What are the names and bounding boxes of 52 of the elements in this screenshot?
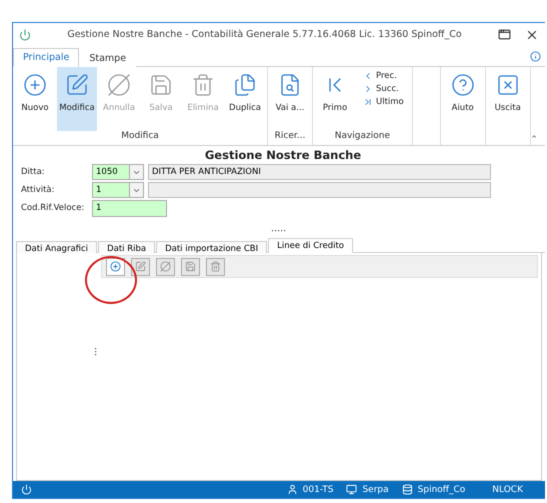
form-title: Gestione Nostre Banche xyxy=(204,148,362,162)
app-logo-icon xyxy=(19,28,31,40)
ribbon-button[interactable]: Duplica xyxy=(225,67,265,131)
plus-circle-icon xyxy=(23,73,47,97)
lock-status: NLOCK xyxy=(492,484,523,494)
nav-button[interactable]: Succ. xyxy=(363,84,404,94)
last-icon xyxy=(363,97,373,107)
user-icon xyxy=(286,484,298,495)
trash-icon xyxy=(210,261,221,272)
field-label: Ditta: xyxy=(21,167,46,177)
tab[interactable]: Dati Anagrafici xyxy=(16,241,98,253)
field-label: Attività: xyxy=(21,185,56,195)
info-icon[interactable] xyxy=(530,51,541,62)
pencil-icon xyxy=(135,261,146,272)
power-icon[interactable] xyxy=(21,484,32,495)
nav-button[interactable]: Prec. xyxy=(363,71,404,81)
database-icon xyxy=(402,484,413,495)
trash-icon xyxy=(191,73,215,97)
ribbon-button[interactable]: Primo xyxy=(315,67,355,131)
documents-icon xyxy=(233,73,257,97)
window-title: Gestione Nostre Banche - Contabilità Generale 5.77.16.4068 Lic. 13360 Spinoff_Co xyxy=(66,29,463,40)
question-icon xyxy=(450,73,475,97)
window-layout-icon[interactable] xyxy=(498,28,511,41)
tab[interactable]: Linee di Credito xyxy=(268,238,354,253)
ribbon-button[interactable]: Uscita xyxy=(488,67,528,145)
input-field[interactable]: 1 xyxy=(92,200,167,216)
slash-circle-icon xyxy=(107,73,131,97)
ribbon-button[interactable]: Vai a... xyxy=(270,67,310,131)
field-label: Cod.Rif.Veloce: xyxy=(21,203,86,213)
highlight-circle xyxy=(85,256,137,304)
pencil-icon xyxy=(65,73,89,97)
monitor-icon xyxy=(346,484,358,495)
toolbar-button[interactable] xyxy=(106,258,125,276)
tab[interactable]: Dati Riba xyxy=(98,241,156,253)
ribbon-tab[interactable]: Principale xyxy=(13,48,80,67)
ribbon-button[interactable]: Modifica xyxy=(57,67,97,131)
ribbon-button[interactable]: Aiuto xyxy=(442,67,483,145)
description-field: DITTA PER ANTICIPAZIONI xyxy=(148,164,491,180)
x-box-icon xyxy=(496,73,520,97)
group-label: Navigazione xyxy=(334,131,392,143)
combo-field[interactable]: 1 xyxy=(92,182,144,198)
combo-field[interactable]: 1050 xyxy=(92,164,144,180)
database-label: Spinoff_Co xyxy=(418,484,466,494)
ribbon-button[interactable]: Nuovo xyxy=(15,67,55,131)
computer-label: Serpa xyxy=(362,484,389,494)
tab[interactable]: Dati importazione CBI xyxy=(156,241,268,253)
plus-circle-icon xyxy=(110,261,121,272)
nav-button[interactable]: Ultimo xyxy=(363,97,404,107)
slash-circle-icon xyxy=(160,261,171,272)
user-label: 001-TS xyxy=(302,484,334,494)
group-label: Ricer... xyxy=(274,131,306,143)
group-label: Modifica xyxy=(120,131,160,143)
